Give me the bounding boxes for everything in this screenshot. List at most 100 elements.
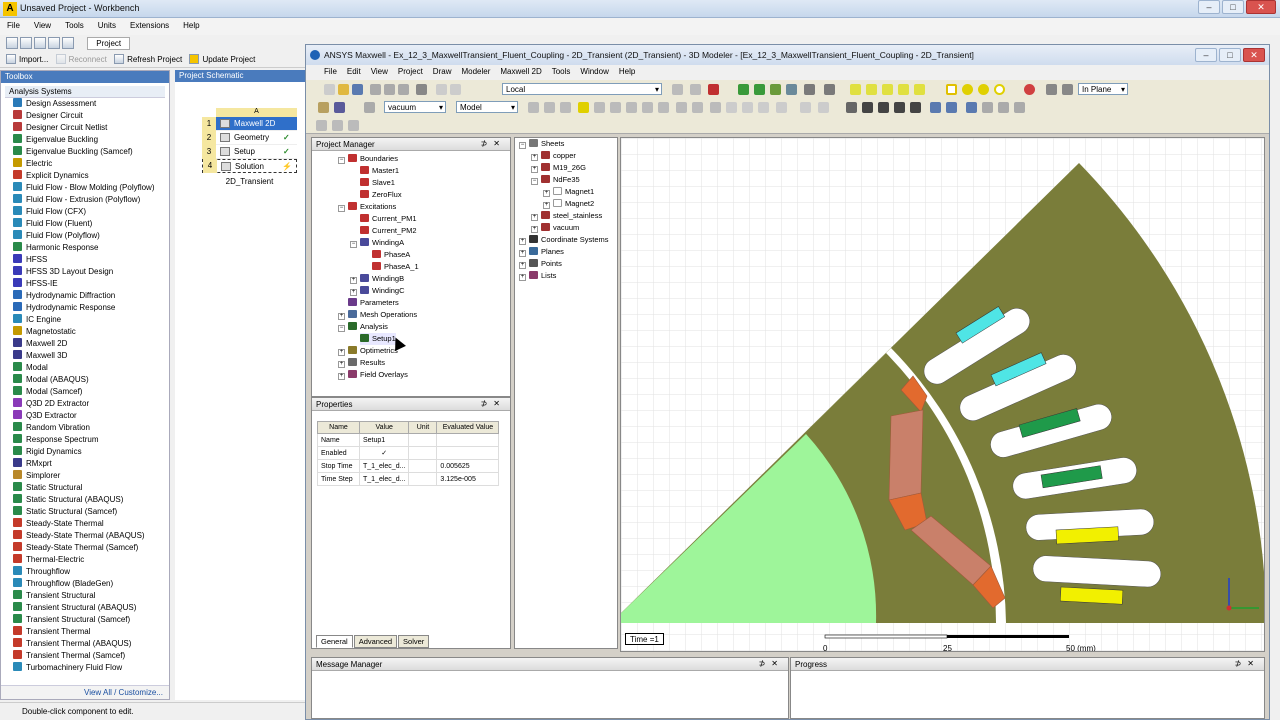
toolbar-icon[interactable] bbox=[710, 102, 721, 113]
toolbox-item[interactable]: Electric bbox=[13, 158, 169, 170]
delete-icon[interactable] bbox=[416, 84, 427, 95]
toolbox-item[interactable]: Fluid Flow (Fluent) bbox=[13, 218, 169, 230]
tab-general[interactable]: General bbox=[316, 635, 353, 648]
toolbox-item[interactable]: Q3D 2D Extractor bbox=[13, 398, 169, 410]
maxwell-close-button[interactable]: ✕ bbox=[1243, 48, 1265, 62]
toolbar-icon[interactable] bbox=[578, 102, 589, 113]
panel-pin-close-icon[interactable]: ⊅✕ bbox=[481, 399, 506, 408]
save-icon[interactable] bbox=[34, 37, 46, 49]
drawing-plane-select[interactable]: In Plane bbox=[1078, 83, 1128, 95]
toolbox-item[interactable]: Transient Thermal bbox=[13, 626, 169, 638]
toolbar-icon[interactable] bbox=[726, 102, 737, 113]
toolbox-item[interactable]: Transient Thermal (ABAQUS) bbox=[13, 638, 169, 650]
save-as-icon[interactable] bbox=[48, 37, 60, 49]
tree-node-magnet1[interactable]: + Magnet1 bbox=[543, 186, 594, 198]
tab-project[interactable]: Project bbox=[87, 36, 131, 50]
tree-node-results[interactable]: + Results bbox=[338, 357, 385, 369]
tree-node-steel-stainless[interactable]: + steel_stainless bbox=[531, 210, 602, 222]
toolbar-icon[interactable] bbox=[982, 102, 993, 113]
maxwell-minimize-button[interactable]: – bbox=[1195, 48, 1217, 62]
toolbar-icon[interactable] bbox=[676, 102, 687, 113]
mx-menu-help[interactable]: Help bbox=[614, 65, 640, 78]
tree-node-field-overlays[interactable]: + Field Overlays bbox=[338, 369, 408, 381]
toolbox-item[interactable]: Design Assessment bbox=[13, 98, 169, 110]
fit-selection-icon[interactable] bbox=[946, 102, 957, 113]
toolbar-icon[interactable] bbox=[742, 102, 753, 113]
draw-polygon-icon[interactable] bbox=[994, 84, 1005, 95]
tree-node-coordinate-systems[interactable]: + Coordinate Systems bbox=[519, 234, 609, 246]
toolbar-icon[interactable] bbox=[318, 102, 329, 113]
draw-polyline-icon[interactable] bbox=[914, 84, 925, 95]
zoom-icon[interactable] bbox=[910, 102, 921, 113]
menu-file[interactable]: File bbox=[0, 18, 27, 33]
toolbox-item[interactable]: Hydrodynamic Diffraction bbox=[13, 290, 169, 302]
toolbar-icon[interactable] bbox=[642, 102, 653, 113]
draw-spline-icon[interactable] bbox=[866, 84, 877, 95]
toolbox-item[interactable]: Modal bbox=[13, 362, 169, 374]
toolbox-item[interactable]: Fluid Flow - Blow Molding (Polyflow) bbox=[13, 182, 169, 194]
toolbar-icon[interactable] bbox=[348, 120, 359, 131]
tree-node-lists[interactable]: + Lists bbox=[519, 270, 556, 282]
tree-node-phasea-1[interactable]: PhaseA_1 bbox=[372, 261, 419, 273]
toolbox-item[interactable]: Modal (Samcef) bbox=[13, 386, 169, 398]
menu-tools[interactable]: Tools bbox=[58, 18, 91, 33]
toolbox-item[interactable]: Turbomachinery Fluid Flow bbox=[13, 662, 169, 674]
toolbox-item[interactable]: Fluid Flow - Extrusion (Polyflow) bbox=[13, 194, 169, 206]
enabled-checkbox[interactable]: ✓ bbox=[358, 446, 410, 460]
toolbox-item[interactable]: Maxwell 2D bbox=[13, 338, 169, 350]
tree-node-zeroflux[interactable]: ZeroFlux bbox=[360, 189, 402, 201]
menu-extensions[interactable]: Extensions bbox=[123, 18, 176, 33]
toolbox-item[interactable]: IC Engine bbox=[13, 314, 169, 326]
toolbox-item[interactable]: Modal (ABAQUS) bbox=[13, 374, 169, 386]
panel-pin-close-icon[interactable]: ⊅✕ bbox=[759, 659, 784, 668]
toolbar-icon[interactable] bbox=[708, 84, 719, 95]
toolbox-item[interactable]: Static Structural (ABAQUS) bbox=[13, 494, 169, 506]
tree-node-current-pm1[interactable]: Current_PM1 bbox=[360, 213, 417, 225]
panel-pin-close-icon[interactable]: ⊅✕ bbox=[1235, 659, 1260, 668]
toolbox-item[interactable]: Random Vibration bbox=[13, 422, 169, 434]
import-button[interactable]: Import... bbox=[19, 55, 48, 64]
reconnect-button[interactable]: Reconnect bbox=[69, 55, 107, 64]
tree-node-optimetrics[interactable]: + Optimetrics bbox=[338, 345, 398, 357]
toolbar-icon[interactable] bbox=[544, 102, 555, 113]
draw-circle-icon[interactable] bbox=[962, 84, 973, 95]
toolbar-icon[interactable] bbox=[528, 102, 539, 113]
open-icon[interactable] bbox=[20, 37, 32, 49]
toolbox-item[interactable]: Static Structural bbox=[13, 482, 169, 494]
new-icon[interactable] bbox=[6, 37, 18, 49]
close-button[interactable]: ✕ bbox=[1246, 0, 1276, 14]
toolbox-item[interactable]: Transient Structural bbox=[13, 590, 169, 602]
tree-node-current-pm2[interactable]: Current_PM2 bbox=[360, 225, 417, 237]
draw-arc-icon[interactable] bbox=[882, 84, 893, 95]
system-name[interactable]: 2D_Transient bbox=[202, 177, 297, 186]
menu-view[interactable]: View bbox=[27, 18, 58, 33]
tree-node-windinga[interactable]: − WindingA bbox=[350, 237, 404, 249]
mx-menu-view[interactable]: View bbox=[366, 65, 393, 78]
toolbox-item[interactable]: Maxwell 3D bbox=[13, 350, 169, 362]
toolbox-item[interactable]: Static Structural (Samcef) bbox=[13, 506, 169, 518]
setup-name-field[interactable]: Setup1 bbox=[358, 433, 410, 447]
zoom-icon[interactable] bbox=[62, 37, 74, 49]
new-icon[interactable] bbox=[324, 84, 335, 95]
toolbox-item[interactable]: HFSS bbox=[13, 254, 169, 266]
update-project-button[interactable]: Update Project bbox=[202, 55, 255, 64]
tree-node-m19-26g[interactable]: + M19_26G bbox=[531, 162, 586, 174]
save-icon[interactable] bbox=[352, 84, 363, 95]
toolbox-item[interactable]: Magnetostatic bbox=[13, 326, 169, 338]
pan-icon[interactable] bbox=[846, 102, 857, 113]
cut-icon[interactable] bbox=[370, 84, 381, 95]
maxwell-maximize-button[interactable]: □ bbox=[1219, 48, 1241, 62]
toolbox-item[interactable]: Transient Structural (Samcef) bbox=[13, 614, 169, 626]
draw-rectangle-icon[interactable] bbox=[946, 84, 957, 95]
toolbox-item[interactable]: Harmonic Response bbox=[13, 242, 169, 254]
rotate-icon[interactable] bbox=[862, 102, 873, 113]
toolbar-icon[interactable] bbox=[758, 102, 769, 113]
toolbar-icon[interactable] bbox=[658, 102, 669, 113]
tree-node-windingb[interactable]: + WindingB bbox=[350, 273, 404, 285]
toolbar-icon[interactable] bbox=[692, 102, 703, 113]
toolbar-icon[interactable] bbox=[800, 102, 811, 113]
toolbox-item[interactable]: Transient Thermal (Samcef) bbox=[13, 650, 169, 662]
modeler-viewport[interactable]: Time =1 0 25 50 (mm) bbox=[620, 137, 1265, 652]
toolbar-icon[interactable] bbox=[1062, 84, 1073, 95]
minimize-button[interactable]: – bbox=[1198, 0, 1220, 14]
